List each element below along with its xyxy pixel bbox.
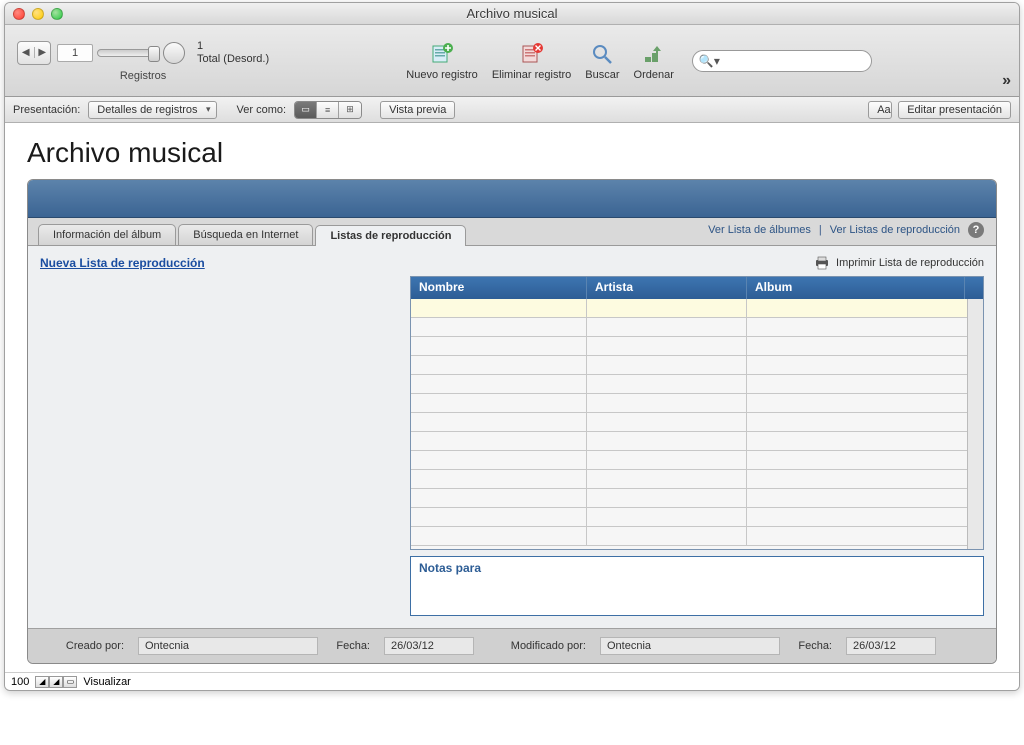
sort-icon (641, 41, 667, 67)
preview-button[interactable]: Vista previa (380, 101, 455, 119)
record-pie-icon[interactable] (163, 42, 185, 64)
table-row[interactable] (411, 489, 983, 508)
notes-box[interactable]: Notas para (410, 556, 984, 616)
find-button[interactable]: Buscar (585, 41, 619, 81)
view-albums-link[interactable]: Ver Lista de álbumes (708, 224, 811, 236)
view-table-icon[interactable]: ⊞ (339, 102, 361, 118)
mode-icon[interactable]: ▭ (63, 676, 77, 688)
help-icon[interactable]: ? (968, 222, 984, 238)
mode-label[interactable]: Visualizar (83, 676, 131, 688)
view-form-icon[interactable]: ▭ (295, 102, 317, 118)
main-panel: Información del álbum Búsqueda en Intern… (27, 179, 997, 664)
tab-internet-search[interactable]: Búsqueda en Internet (178, 224, 313, 245)
status-bar: 100 ◢ ◢ ▭ Visualizar (5, 672, 1019, 690)
presentation-label: Presentación: (13, 104, 80, 116)
printer-icon (814, 256, 830, 270)
sort-label: Ordenar (634, 69, 674, 81)
print-playlist-label: Imprimir Lista de reproducción (836, 257, 984, 269)
find-icon (589, 41, 615, 67)
view-mode-segmented[interactable]: ▭ ≡ ⊞ (294, 101, 362, 119)
close-window[interactable] (13, 8, 25, 20)
table-row[interactable] (411, 470, 983, 489)
notes-header: Notas para (411, 557, 983, 579)
created-by-label: Creado por: (40, 638, 130, 654)
new-record-icon (429, 41, 455, 67)
next-record-icon[interactable]: ▶ (35, 47, 51, 58)
minimize-window[interactable] (32, 8, 44, 20)
col-header-artista[interactable]: Artista (587, 277, 747, 299)
delete-record-icon (519, 41, 545, 67)
table-row[interactable] (411, 508, 983, 527)
table-row[interactable] (411, 318, 983, 337)
modified-date-value: 26/03/12 (846, 637, 936, 655)
col-scroll-gutter (965, 277, 983, 299)
modified-date-label: Fecha: (788, 638, 838, 654)
table-row[interactable] (411, 527, 983, 546)
tracks-table: Nombre Artista Album (410, 276, 984, 550)
table-row[interactable] (411, 451, 983, 470)
modified-by-value: Ontecnia (600, 637, 780, 655)
zoom-in-icon[interactable]: ◢ (49, 676, 63, 688)
edit-layout-button[interactable]: Editar presentación (898, 101, 1011, 119)
zoom-window[interactable] (51, 8, 63, 20)
view-as-label: Ver como: (237, 104, 287, 116)
new-record-button[interactable]: Nuevo registro (406, 41, 478, 81)
playlist-list-area (40, 276, 410, 616)
table-row[interactable] (411, 413, 983, 432)
window-title: Archivo musical (466, 6, 557, 21)
preview-label: Vista previa (389, 104, 446, 116)
created-date-value: 26/03/12 (384, 637, 474, 655)
record-stats: 1 Total (Desord.) (197, 40, 269, 66)
edit-layout-label: Editar presentación (907, 104, 1002, 116)
aa-label: Aa (877, 104, 890, 116)
zoom-value[interactable]: 100 (11, 676, 29, 688)
print-playlist-button[interactable]: Imprimir Lista de reproducción (814, 256, 984, 270)
panel-footer: Creado por: Ontecnia Fecha: 26/03/12 Mod… (28, 628, 996, 663)
col-header-nombre[interactable]: Nombre (411, 277, 587, 299)
delete-record-button[interactable]: Eliminar registro (492, 41, 571, 81)
record-nav-buttons[interactable]: ◀ ▶ (17, 41, 51, 65)
table-row[interactable] (411, 299, 983, 318)
record-slider[interactable] (97, 49, 157, 57)
modified-by-label: Modificado por: (482, 638, 592, 654)
col-header-album[interactable]: Album (747, 277, 965, 299)
link-separator: | (819, 224, 822, 236)
prev-record-icon[interactable]: ◀ (18, 47, 35, 58)
new-record-label: Nuevo registro (406, 69, 478, 81)
created-by-value: Ontecnia (138, 637, 318, 655)
found-count: 1 (197, 40, 269, 53)
table-row[interactable] (411, 356, 983, 375)
zoom-out-icon[interactable]: ◢ (35, 676, 49, 688)
sort-button[interactable]: Ordenar (634, 41, 674, 81)
created-date-label: Fecha: (326, 638, 376, 654)
view-playlists-link[interactable]: Ver Listas de reproducción (830, 224, 960, 236)
records-label: Registros (120, 70, 166, 82)
table-row[interactable] (411, 375, 983, 394)
find-label: Buscar (585, 69, 619, 81)
presentation-dropdown[interactable]: Detalles de registros (88, 101, 216, 119)
search-icon: 🔍▾ (699, 54, 720, 68)
formatting-bar-toggle[interactable]: Aa (868, 101, 892, 119)
table-row[interactable] (411, 432, 983, 451)
table-row[interactable] (411, 337, 983, 356)
table-scrollbar[interactable] (967, 299, 983, 549)
presentation-value: Detalles de registros (97, 104, 197, 116)
new-playlist-link[interactable]: Nueva Lista de reproducción (40, 256, 205, 270)
panel-header (28, 180, 996, 218)
quick-search-input[interactable]: 🔍▾ (692, 50, 872, 72)
tab-album-info[interactable]: Información del álbum (38, 224, 176, 245)
table-row[interactable] (411, 394, 983, 413)
layout-bar: Presentación: Detalles de registros Ver … (5, 97, 1019, 123)
sort-state: Total (Desord.) (197, 53, 269, 66)
tab-playlists[interactable]: Listas de reproducción (315, 225, 466, 246)
toolbar-overflow-icon[interactable]: » (1002, 72, 1011, 90)
titlebar: Archivo musical (5, 3, 1019, 25)
record-number-input[interactable]: 1 (57, 44, 93, 62)
view-list-icon[interactable]: ≡ (317, 102, 339, 118)
toolbar: ◀ ▶ 1 1 Total (Desord.) Registros (5, 25, 1019, 97)
tracks-table-body[interactable] (411, 299, 983, 549)
delete-record-label: Eliminar registro (492, 69, 571, 81)
page-title: Archivo musical (27, 137, 997, 169)
